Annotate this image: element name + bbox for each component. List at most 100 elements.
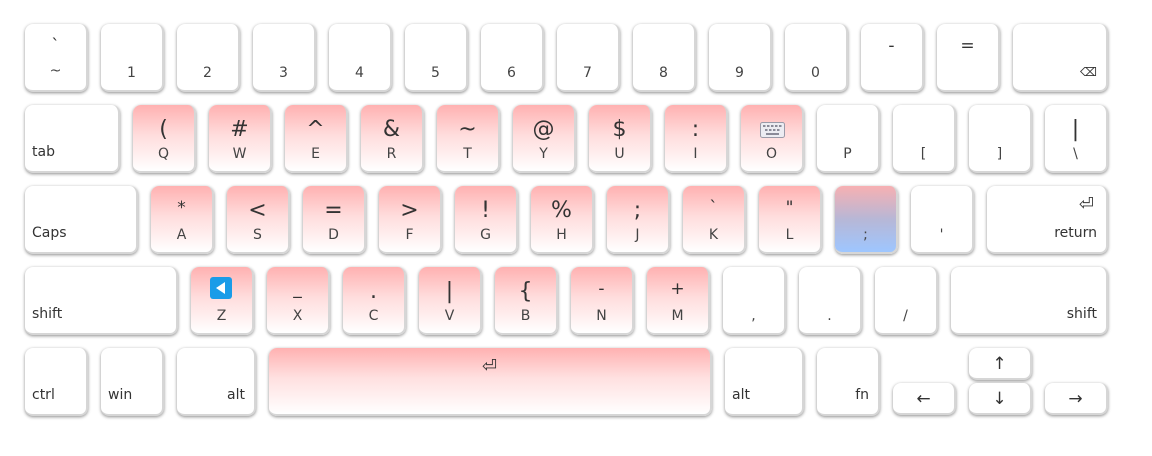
key-7[interactable]: 7 [557, 24, 620, 92]
key-backtick[interactable]: ` ~ [25, 24, 88, 92]
key-o[interactable]: O [741, 105, 804, 173]
key-t-symbol: ~ [458, 117, 477, 142]
key-z[interactable]: Z [191, 267, 254, 335]
key-ctrl[interactable]: ctrl [25, 348, 88, 416]
key-d[interactable]: = D [303, 186, 366, 254]
key-q[interactable]: ( Q [133, 105, 196, 173]
key-n[interactable]: - N [571, 267, 634, 335]
key-return[interactable]: ⏎ return [987, 186, 1108, 254]
key-b-symbol: { [518, 279, 533, 304]
key-right-bracket[interactable]: ] [969, 105, 1032, 173]
key-k[interactable]: ` K [683, 186, 746, 254]
key-s-label: S [253, 227, 262, 243]
key-v[interactable]: | V [419, 267, 482, 335]
key-b[interactable]: { B [495, 267, 558, 335]
key-f[interactable]: > F [379, 186, 442, 254]
key-y-label: Y [539, 146, 548, 162]
key-j-label: J [635, 227, 640, 243]
key-left-shift[interactable]: shift [25, 267, 178, 335]
key-m[interactable]: + M [647, 267, 710, 335]
key-right-shift[interactable]: shift [951, 267, 1108, 335]
key-backslash[interactable]: | \ [1045, 105, 1108, 173]
key-tab[interactable]: tab [25, 105, 120, 173]
key-left-bracket[interactable]: [ [893, 105, 956, 173]
key-minus[interactable]: - [861, 24, 924, 92]
key-quote[interactable]: ' [911, 186, 974, 254]
key-y-symbol: @ [532, 117, 555, 142]
key-9[interactable]: 9 [709, 24, 772, 92]
key-y[interactable]: @ Y [513, 105, 576, 173]
key-ctrl-label: ctrl [32, 387, 55, 403]
key-e[interactable]: ^ E [285, 105, 348, 173]
key-semicolon[interactable]: ; [835, 186, 898, 254]
key-arrow-left[interactable]: ← [893, 383, 956, 415]
key-u[interactable]: $ U [589, 105, 652, 173]
key-a[interactable]: * A [151, 186, 214, 254]
key-f-label: F [405, 227, 414, 243]
key-5-label: 5 [431, 65, 440, 81]
key-c[interactable]: . C [343, 267, 406, 335]
key-d-label: D [328, 227, 339, 243]
key-period[interactable]: . [799, 267, 862, 335]
key-w[interactable]: # W [209, 105, 272, 173]
enter-icon: ⏎ [481, 356, 498, 377]
key-x-symbol: _ [293, 279, 302, 299]
key-backslash-shift-label: | [1071, 117, 1080, 142]
key-l[interactable]: " L [759, 186, 822, 254]
key-slash[interactable]: / [875, 267, 938, 335]
key-j[interactable]: ; J [607, 186, 670, 254]
key-4[interactable]: 4 [329, 24, 392, 92]
key-tab-label: tab [32, 144, 55, 160]
key-t[interactable]: ~ T [437, 105, 500, 173]
key-return-label: return [1054, 225, 1097, 241]
key-u-label: U [614, 146, 625, 162]
key-arrow-up[interactable]: ↑ [969, 348, 1032, 380]
key-j-symbol: ; [633, 198, 642, 223]
key-8[interactable]: 8 [633, 24, 696, 92]
key-k-symbol: ` [709, 198, 718, 218]
key-x[interactable]: _ X [267, 267, 330, 335]
key-left-alt[interactable]: alt [177, 348, 256, 416]
key-3[interactable]: 3 [253, 24, 316, 92]
key-x-label: X [292, 308, 303, 324]
key-i-label: I [693, 146, 698, 162]
key-2[interactable]: 2 [177, 24, 240, 92]
key-fn[interactable]: fn [817, 348, 880, 416]
key-p-label: P [843, 146, 852, 162]
key-g-symbol: ! [481, 198, 490, 223]
key-arrow-right[interactable]: → [1045, 383, 1108, 415]
arrow-down-icon: ↓ [992, 389, 1007, 409]
key-win-label: win [108, 387, 133, 403]
key-s[interactable]: < S [227, 186, 290, 254]
key-h[interactable]: % H [531, 186, 594, 254]
key-win[interactable]: win [101, 348, 164, 416]
key-quote-label: ' [939, 227, 944, 243]
key-w-label: W [232, 146, 247, 162]
key-arrow-down[interactable]: ↓ [969, 383, 1032, 415]
arrow-left-icon: ← [916, 389, 931, 409]
key-semicolon-label: ; [863, 227, 868, 243]
key-equals-label: = [960, 36, 975, 56]
key-0-label: 0 [811, 65, 820, 81]
key-5[interactable]: 5 [405, 24, 468, 92]
key-space[interactable]: ⏎ [269, 348, 712, 416]
key-a-label: A [176, 227, 187, 243]
key-caps-lock[interactable]: Caps [25, 186, 138, 254]
key-equals[interactable]: = [937, 24, 1000, 92]
key-i[interactable]: : I [665, 105, 728, 173]
key-period-label: . [827, 308, 832, 324]
key-left-bracket-label: [ [920, 146, 927, 162]
key-r[interactable]: & R [361, 105, 424, 173]
key-1[interactable]: 1 [101, 24, 164, 92]
key-6[interactable]: 6 [481, 24, 544, 92]
key-g[interactable]: ! G [455, 186, 518, 254]
backspace-icon: ⌫ [1080, 65, 1097, 79]
key-m-label: M [671, 308, 684, 324]
key-l-label: L [785, 227, 794, 243]
key-q-label: Q [157, 146, 170, 162]
key-0[interactable]: 0 [785, 24, 848, 92]
key-backspace[interactable]: ⌫ [1013, 24, 1108, 92]
key-right-alt[interactable]: alt [725, 348, 804, 416]
key-p[interactable]: P [817, 105, 880, 173]
key-comma[interactable]: , [723, 267, 786, 335]
